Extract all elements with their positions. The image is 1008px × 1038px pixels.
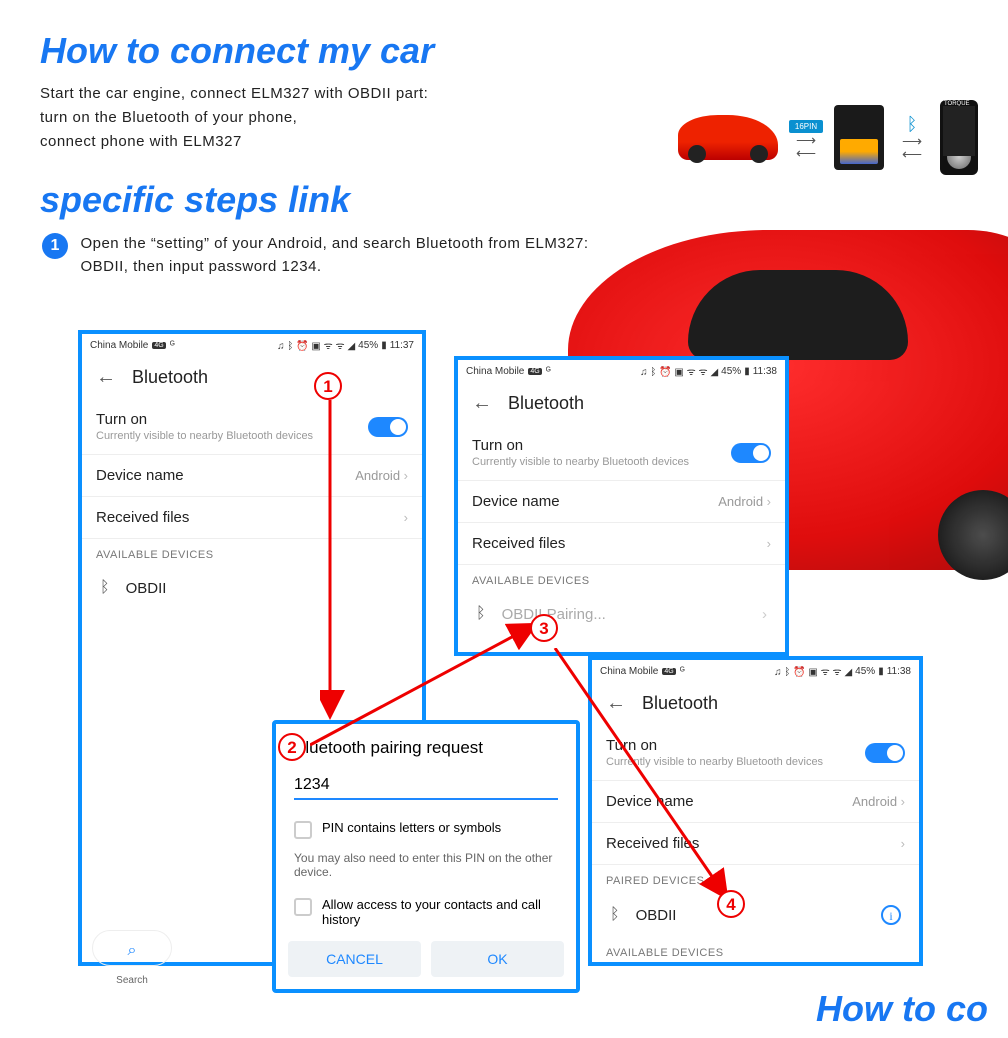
bluetooth-icon: ᛒ [610, 906, 620, 924]
step-circle-4: 4 [717, 890, 745, 918]
pin-input[interactable]: 1234 [294, 772, 558, 800]
checkbox-icon [294, 898, 312, 916]
row-turn-on[interactable]: Turn on Currently visible to nearby Blue… [592, 725, 919, 781]
arrows-bluetooth: ᛒ ⟶⟵ [892, 114, 932, 160]
row-received-files[interactable]: Received files › [82, 497, 422, 539]
section-available: AVAILABLE DEVICES [592, 937, 919, 965]
connection-flow-diagram: 16PIN ⟶⟵ ᛒ ⟶⟵ TORQUE [678, 100, 978, 175]
page-title: How to connect my car [40, 30, 1008, 72]
checkbox-pin-letters[interactable]: PIN contains letters or symbols [276, 812, 576, 847]
arrows-16pin: 16PIN ⟶⟵ [786, 116, 826, 159]
cancel-button[interactable]: CANCEL [288, 941, 421, 977]
row-received-files[interactable]: Received files › [458, 523, 785, 565]
row-received-files[interactable]: Received files › [592, 823, 919, 865]
section-title: specific steps link [40, 179, 1008, 221]
row-turn-on[interactable]: Turn on Currently visible to nearby Blue… [82, 399, 422, 455]
bluetooth-icon: ᛒ [100, 579, 110, 597]
screen-title: Bluetooth [508, 393, 584, 414]
device-obdii-paired[interactable]: ᛒ OBDII i [592, 893, 919, 937]
search-icon: ⌕ [128, 942, 137, 959]
status-bar: China Mobile4Gᴳ ♫ ᛒ ⏰ ▣ ᯤ ᯤ ◢45%▮11:37 [82, 334, 422, 356]
status-bar: China Mobile4Gᴳ ♫ ᛒ ⏰ ▣ ᯤ ᯤ ◢45%▮11:38 [458, 360, 785, 382]
info-icon[interactable]: i [881, 905, 901, 925]
row-turn-on[interactable]: Turn on Currently visible to nearby Blue… [458, 425, 785, 481]
section-available: AVAILABLE DEVICES [82, 539, 422, 567]
obd-device-icon [834, 105, 884, 170]
checkbox-icon [294, 821, 312, 839]
back-icon[interactable]: ← [472, 392, 492, 415]
pairing-dialog: Bluetooth pairing request 1234 PIN conta… [272, 720, 580, 993]
dialog-helper-text: You may also need to enter this PIN on t… [276, 847, 576, 889]
next-page-title: How to co [816, 988, 988, 1030]
screenshot-bluetooth-pairing: China Mobile4Gᴳ ♫ ᛒ ⏰ ▣ ᯤ ᯤ ◢45%▮11:38 ←… [454, 356, 789, 656]
bluetooth-toggle[interactable] [865, 743, 905, 763]
row-device-name[interactable]: Device name Android › [82, 455, 422, 497]
screen-title: Bluetooth [642, 693, 718, 714]
step-number-badge: 1 [42, 233, 68, 259]
bluetooth-toggle[interactable] [368, 417, 408, 437]
step-circle-1: 1 [314, 372, 342, 400]
back-icon[interactable]: ← [96, 366, 116, 389]
search-button[interactable]: ⌕ Search [92, 930, 172, 966]
screenshot-bluetooth-paired: China Mobile4Gᴳ ♫ ᛒ ⏰ ▣ ᯤ ᯤ ◢45%▮11:38 ←… [588, 656, 923, 966]
step-circle-3: 3 [530, 614, 558, 642]
bluetooth-toggle[interactable] [731, 443, 771, 463]
phone-torque-icon: TORQUE [940, 100, 978, 175]
status-bar: China Mobile4Gᴳ ♫ ᛒ ⏰ ▣ ᯤ ᯤ ◢45%▮11:38 [592, 660, 919, 682]
device-obdii[interactable]: ᛒ OBDII [82, 567, 422, 609]
step-circle-2: 2 [278, 733, 306, 761]
car-icon [678, 115, 778, 160]
dialog-title: Bluetooth pairing request [276, 724, 576, 766]
ok-button[interactable]: OK [431, 941, 564, 977]
bluetooth-icon: ᛒ [476, 605, 486, 623]
back-icon[interactable]: ← [606, 692, 626, 715]
row-device-name[interactable]: Device name Android › [592, 781, 919, 823]
section-paired: PAIRED DEVICES [592, 865, 919, 893]
device-obdii-pairing[interactable]: ᛒ OBDII Pairing... › [458, 593, 785, 635]
row-device-name[interactable]: Device name Android › [458, 481, 785, 523]
checkbox-contacts[interactable]: Allow access to your contacts and call h… [276, 889, 576, 935]
section-available: AVAILABLE DEVICES [458, 565, 785, 593]
step-description: Open the “setting” of your Android, and … [80, 233, 640, 278]
bluetooth-icon: ᛒ [907, 114, 918, 134]
screen-title: Bluetooth [132, 367, 208, 388]
